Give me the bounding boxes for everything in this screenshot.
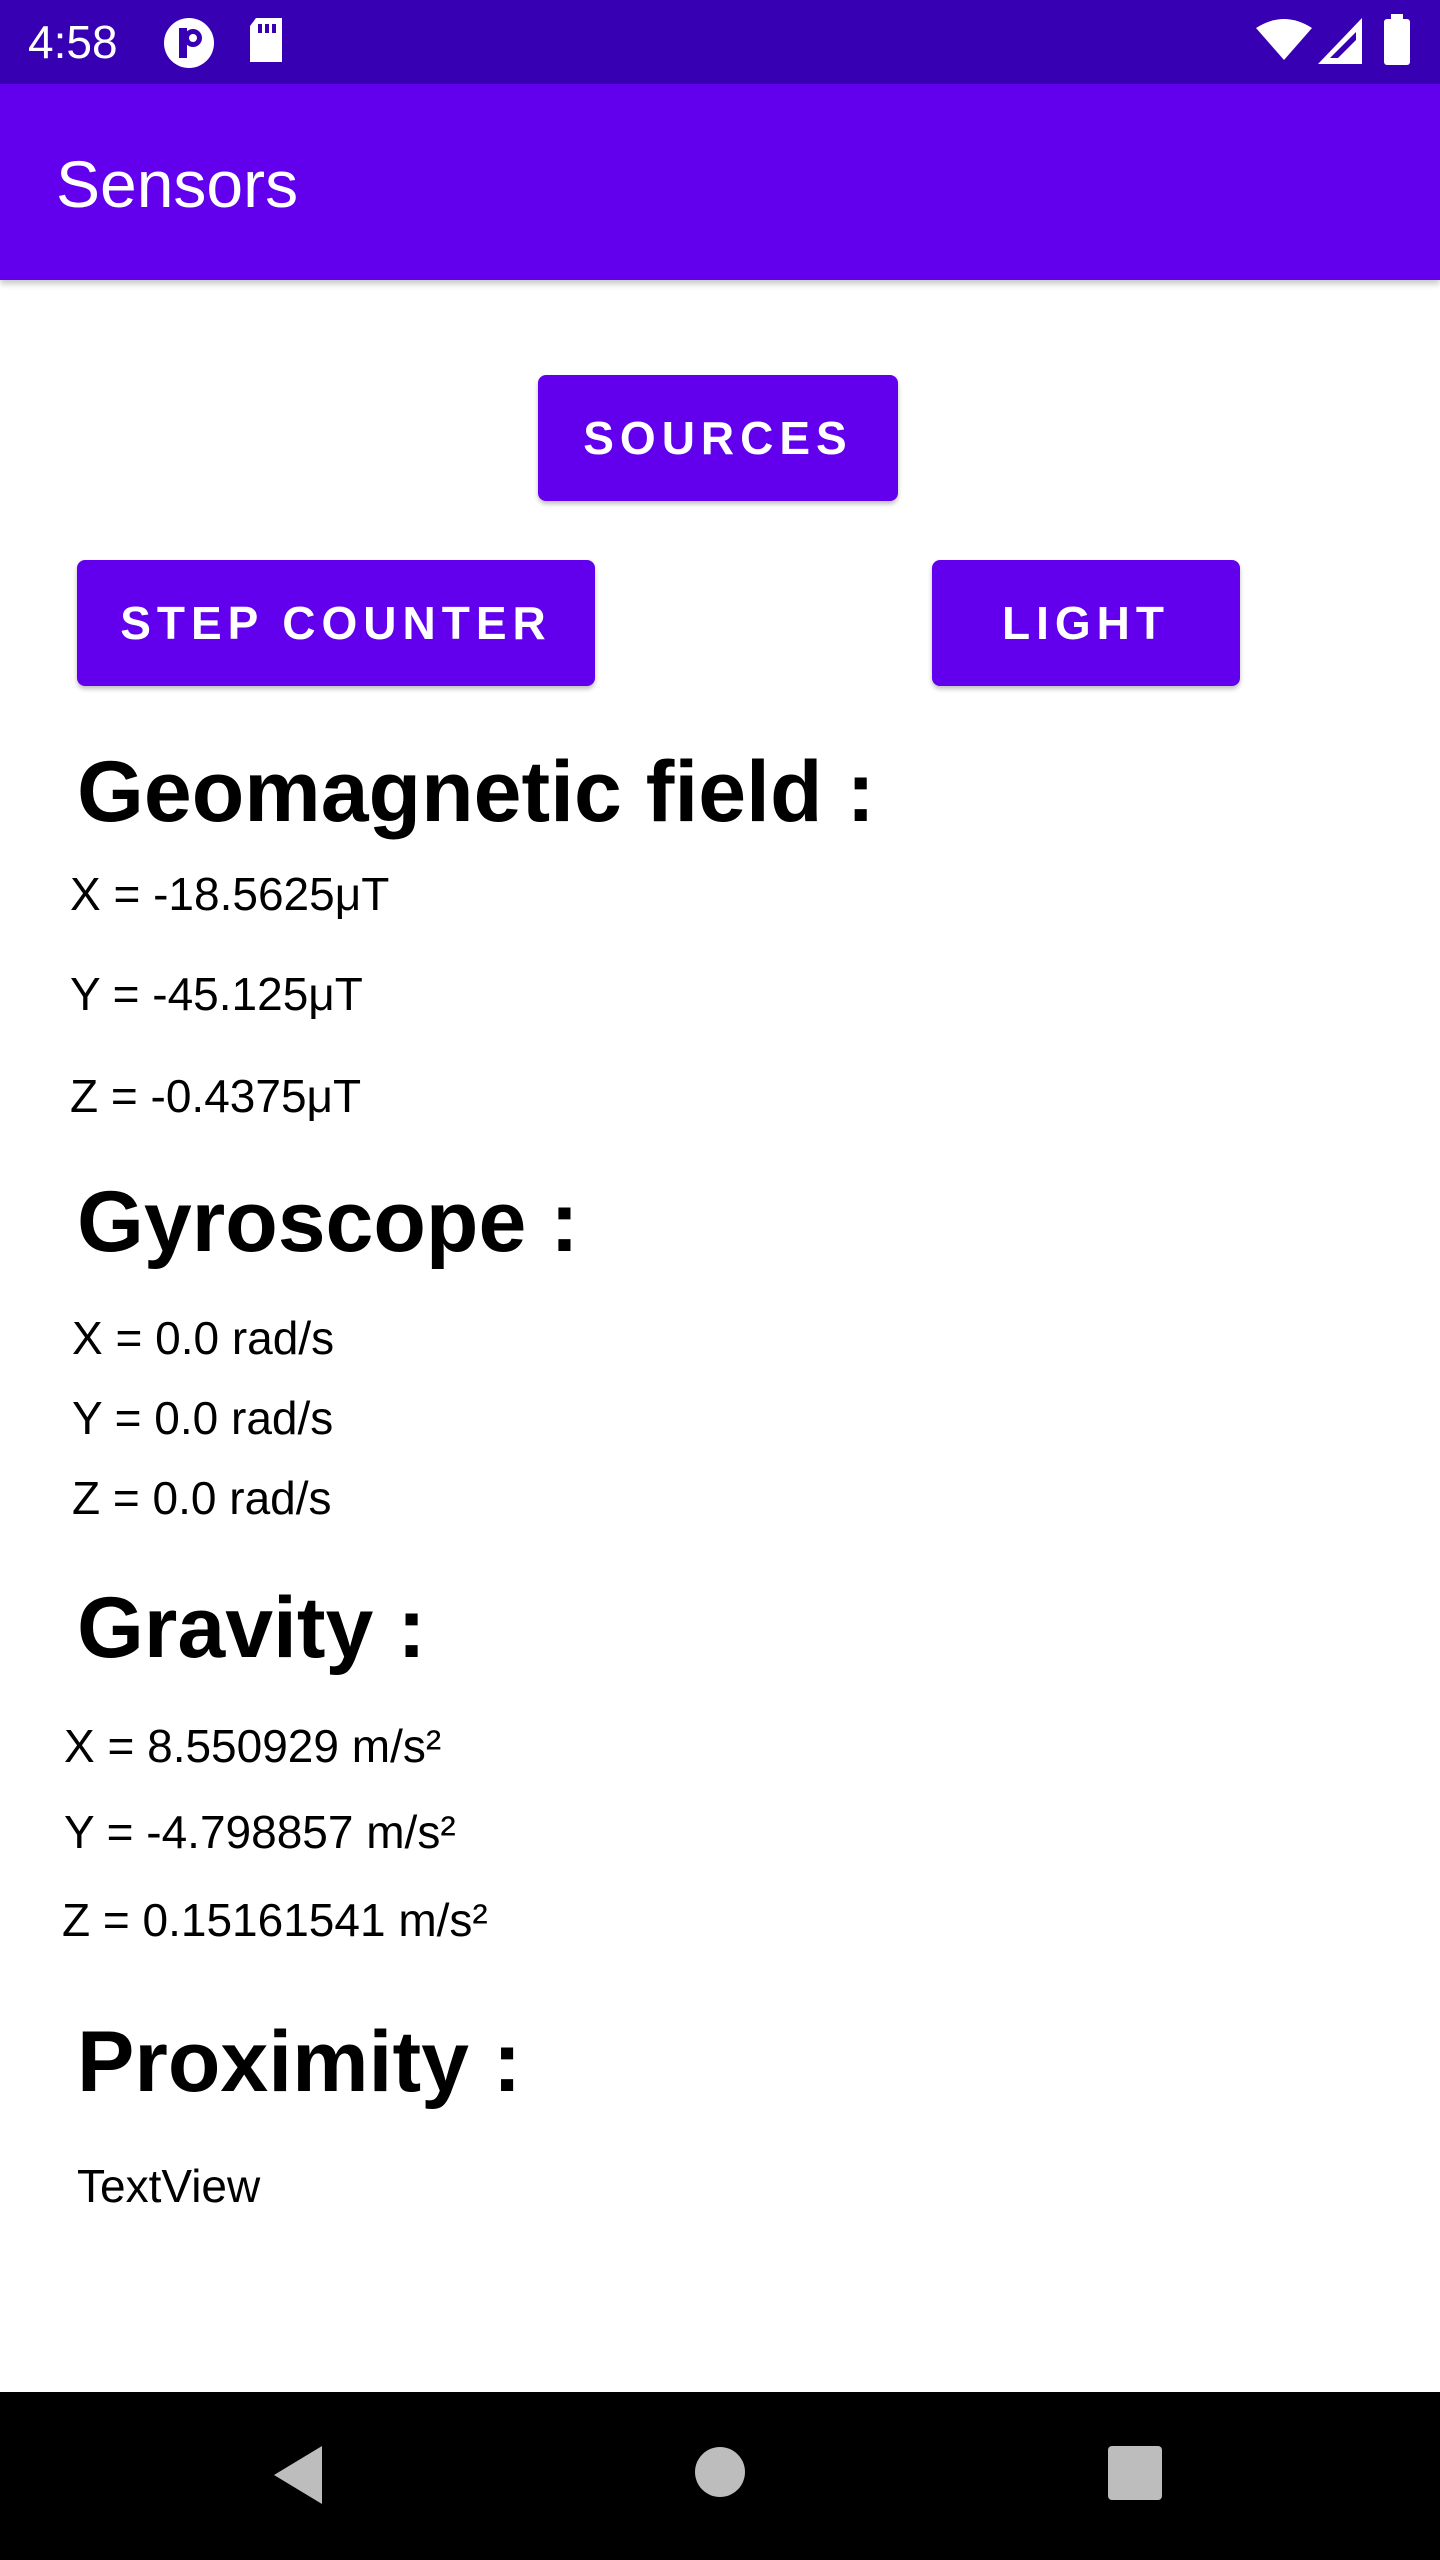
p-app-icon bbox=[162, 16, 216, 75]
navigation-bar bbox=[0, 2392, 1440, 2560]
step-counter-button[interactable]: STEP COUNTER bbox=[77, 560, 595, 686]
signal-icon bbox=[1318, 18, 1362, 69]
gyroscope-x-value: X = 0.0 rad/s bbox=[72, 1312, 335, 1364]
light-button[interactable]: LIGHT bbox=[932, 560, 1240, 686]
proximity-heading: Proximity : bbox=[77, 2014, 522, 2110]
home-icon[interactable] bbox=[694, 2446, 746, 2503]
gravity-heading: Gravity : bbox=[77, 1580, 426, 1676]
status-time: 4:58 bbox=[28, 16, 118, 68]
proximity-value: TextView bbox=[77, 2160, 261, 2212]
back-icon[interactable] bbox=[270, 2444, 326, 2511]
gyroscope-z-value: Z = 0.0 rad/s bbox=[72, 1472, 332, 1524]
status-bar: 4:58 bbox=[0, 0, 1440, 84]
battery-icon bbox=[1382, 14, 1412, 71]
wifi-icon bbox=[1256, 18, 1312, 67]
app-title: Sensors bbox=[56, 147, 299, 221]
gravity-z-value: Z = 0.15161541 m/s² bbox=[62, 1894, 488, 1946]
geomagnetic-z-value: Z = -0.4375μT bbox=[70, 1070, 362, 1122]
geomagnetic-y-value: Y = -45.125μT bbox=[70, 968, 363, 1020]
gravity-y-value: Y = -4.798857 m/s² bbox=[64, 1806, 456, 1858]
geomagnetic-x-value: X = -18.5625μT bbox=[70, 868, 390, 920]
sources-button[interactable]: SOURCES bbox=[538, 375, 898, 501]
geomagnetic-heading: Geomagnetic field : bbox=[77, 744, 876, 840]
gyroscope-y-value: Y = 0.0 rad/s bbox=[72, 1392, 334, 1444]
gyroscope-heading: Gyroscope : bbox=[77, 1174, 579, 1270]
recents-icon[interactable] bbox=[1108, 2446, 1162, 2505]
gravity-x-value: X = 8.550929 m/s² bbox=[64, 1720, 442, 1772]
sd-card-icon bbox=[246, 16, 286, 69]
